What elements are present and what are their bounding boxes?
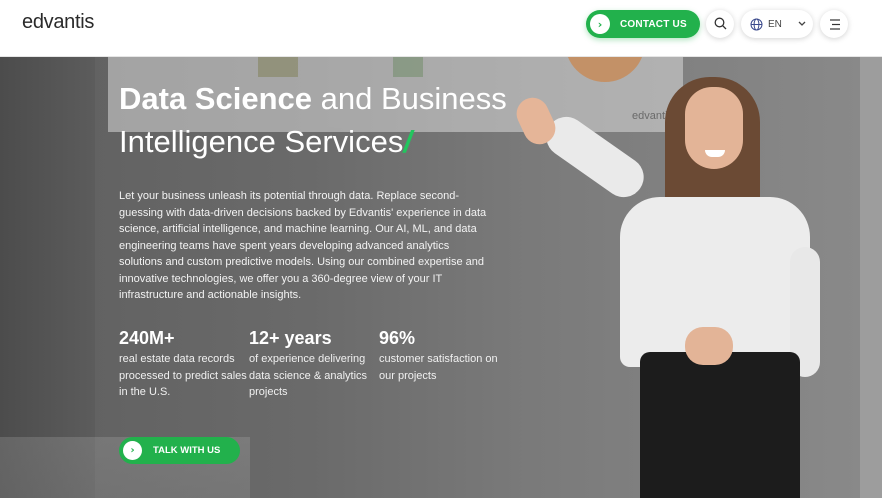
stat-value: 240M+: [119, 328, 175, 348]
stats-row: 240M+ real estate data records processed…: [119, 327, 509, 401]
chevron-right-icon: ›: [123, 441, 142, 460]
stat-item: 240M+ real estate data records processed…: [119, 327, 249, 401]
search-button[interactable]: [706, 10, 734, 38]
stat-text: customer satisfaction on our projects: [379, 353, 498, 382]
background-left: [0, 57, 95, 498]
talk-with-us-button[interactable]: › TALK WITH US: [119, 437, 240, 464]
language-selector[interactable]: EN: [741, 10, 813, 38]
chevron-down-icon: [798, 21, 806, 27]
menu-icon: [828, 15, 841, 34]
language-code: EN: [768, 18, 782, 30]
contact-us-label: CONTACT US: [620, 18, 687, 30]
stat-text: real estate data records processed to pr…: [119, 353, 247, 398]
background-right: [860, 57, 882, 498]
talk-with-us-label: TALK WITH US: [153, 445, 221, 456]
contact-us-button[interactable]: › CONTACT US: [586, 10, 700, 38]
globe-icon: [750, 18, 763, 31]
stat-item: 96% customer satisfaction on our project…: [379, 327, 509, 401]
stat-value: 12+ years: [249, 328, 332, 348]
menu-button[interactable]: [820, 10, 848, 38]
logo[interactable]: edvantis: [22, 11, 94, 34]
stat-item: 12+ years of experience delivering data …: [249, 327, 379, 401]
chevron-right-icon: ›: [590, 14, 610, 34]
site-header: edvantis › CONTACT US EN: [0, 0, 882, 57]
presenter-photo: [500, 57, 860, 498]
title-accent-slash: /: [403, 124, 412, 159]
stat-value: 96%: [379, 328, 416, 348]
page-title: Data Science and Business Intelligence Se…: [119, 81, 507, 159]
hero-description: Let your business unleash its potential …: [119, 190, 487, 301]
stat-text: of experience delivering data science & …: [249, 353, 368, 398]
search-icon: [714, 15, 727, 34]
